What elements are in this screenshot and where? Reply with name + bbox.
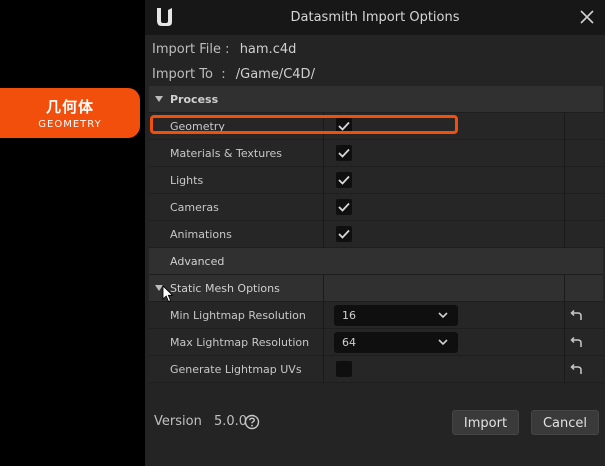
section-advanced-label: Advanced <box>170 255 225 268</box>
cancel-button[interactable]: Cancel <box>531 410 599 435</box>
generate-uvs-checkbox[interactable] <box>336 361 352 377</box>
left-pane: 几何体 GEOMETRY <box>0 0 145 466</box>
row-cameras: Cameras <box>149 194 603 221</box>
datasmith-import-dialog: Datasmith Import Options Import File : h… <box>145 0 605 466</box>
column-divider <box>323 302 324 329</box>
row-generate-lightmap-uvs: Generate Lightmap UVs <box>149 356 603 383</box>
import-to-value: /Game/C4D/ <box>235 67 315 82</box>
row-max-lightmap-resolution: Max Lightmap Resolution 64 <box>149 329 603 356</box>
cameras-label: Cameras <box>170 201 219 214</box>
column-divider <box>564 275 565 302</box>
column-divider <box>564 329 565 356</box>
version-value: 5.0.0 <box>213 414 248 429</box>
section-static-mesh-label: Static Mesh Options <box>170 282 280 295</box>
chevron-down-icon <box>438 339 448 346</box>
animations-label: Animations <box>170 228 232 241</box>
lights-label: Lights <box>170 174 204 187</box>
generate-uvs-label: Generate Lightmap UVs <box>170 363 302 376</box>
import-file-row: Import File : ham.c4d <box>152 42 296 57</box>
dialog-title: Datasmith Import Options <box>290 10 460 25</box>
min-lightmap-value: 16 <box>342 309 356 322</box>
version-label: Version <box>154 414 202 429</box>
section-advanced[interactable]: Advanced <box>149 248 603 275</box>
max-lightmap-value: 64 <box>342 336 356 349</box>
column-divider <box>564 221 565 248</box>
min-lightmap-dropdown[interactable]: 16 <box>334 305 458 326</box>
column-divider <box>323 194 324 221</box>
column-divider <box>323 221 324 248</box>
column-divider <box>323 140 324 167</box>
import-file-label: Import File : <box>152 42 230 57</box>
column-divider <box>564 113 565 140</box>
column-divider <box>323 275 324 302</box>
lights-checkbox[interactable] <box>336 172 352 188</box>
section-static-mesh-options[interactable]: Static Mesh Options <box>149 275 603 302</box>
mouse-cursor-icon <box>162 285 174 303</box>
title-bar: Datasmith Import Options <box>145 0 605 35</box>
section-process[interactable]: Process <box>149 86 603 113</box>
column-divider <box>564 167 565 194</box>
row-min-lightmap-resolution: Min Lightmap Resolution 16 <box>149 302 603 329</box>
animations-checkbox[interactable] <box>336 226 352 242</box>
max-lightmap-dropdown[interactable]: 64 <box>334 332 458 353</box>
reset-arrow-icon[interactable] <box>569 336 583 349</box>
max-lightmap-label: Max Lightmap Resolution <box>170 336 310 349</box>
geometry-callout: 几何体 GEOMETRY <box>0 88 140 138</box>
help-icon[interactable] <box>244 414 260 430</box>
version-info: Version 5.0.0 <box>154 414 247 429</box>
column-divider <box>564 194 565 221</box>
column-divider <box>323 356 324 383</box>
check-icon <box>338 148 350 158</box>
callout-title-cn: 几何体 <box>45 98 94 116</box>
materials-textures-label: Materials & Textures <box>170 147 282 160</box>
reset-arrow-icon[interactable] <box>569 363 583 376</box>
cameras-checkbox[interactable] <box>336 199 352 215</box>
column-divider <box>564 140 565 167</box>
materials-textures-checkbox[interactable] <box>336 145 352 161</box>
import-to-label: Import To : <box>152 67 226 82</box>
import-button[interactable]: Import <box>452 410 519 435</box>
check-icon <box>338 202 350 212</box>
min-lightmap-label: Min Lightmap Resolution <box>170 309 306 322</box>
callout-title-en: GEOMETRY <box>38 119 102 130</box>
import-file-value: ham.c4d <box>239 42 297 57</box>
import-to-row: Import To : /Game/C4D/ <box>152 67 315 82</box>
chevron-down-icon <box>438 312 448 319</box>
geometry-highlight-box <box>150 115 458 134</box>
check-icon <box>338 229 350 239</box>
column-divider <box>564 302 565 329</box>
row-materials-textures: Materials & Textures <box>149 140 603 167</box>
reset-arrow-icon[interactable] <box>569 309 583 322</box>
column-divider <box>323 167 324 194</box>
row-lights: Lights <box>149 167 603 194</box>
check-icon <box>338 175 350 185</box>
column-divider <box>564 356 565 383</box>
chevron-down-icon[interactable] <box>155 96 163 102</box>
column-divider <box>323 329 324 356</box>
row-animations: Animations <box>149 221 603 248</box>
close-icon[interactable] <box>579 9 595 25</box>
section-process-label: Process <box>170 93 219 106</box>
